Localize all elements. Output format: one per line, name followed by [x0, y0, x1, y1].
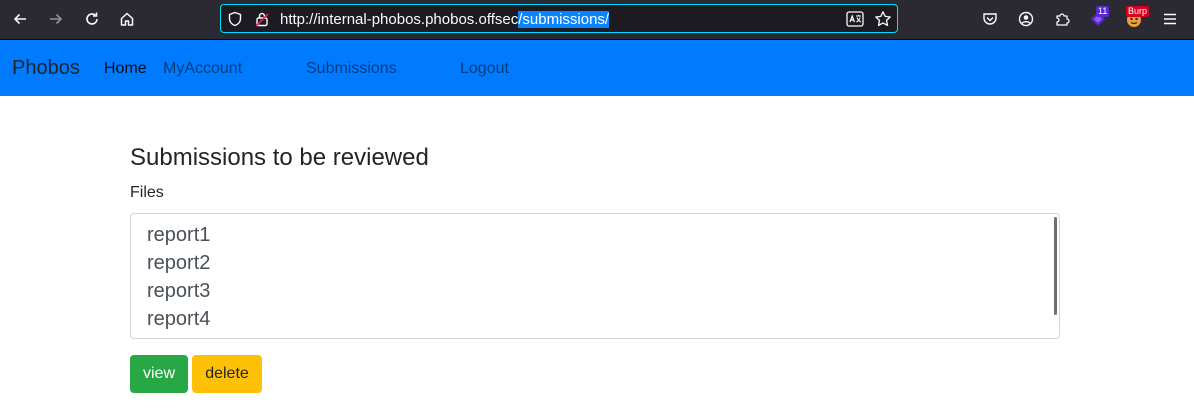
puzzle-icon	[1056, 13, 1070, 26]
pocket-icon	[983, 13, 997, 25]
insecure-lock-icon[interactable]	[254, 11, 270, 27]
file-option-report3[interactable]: report3	[147, 279, 210, 303]
url-base: http://internal-phobos.phobos.offsec	[280, 11, 519, 28]
file-option-report1[interactable]: report1	[147, 223, 210, 247]
arrow-left-icon	[13, 13, 26, 25]
page-title: Submissions to be reviewed	[130, 144, 429, 171]
home-icon	[120, 12, 134, 26]
shield-icon[interactable]	[227, 11, 243, 27]
nav-link-home[interactable]: Home	[104, 59, 147, 78]
file-option-report4[interactable]: report4	[147, 307, 210, 331]
files-scrollbar[interactable]	[1054, 217, 1057, 315]
back-button[interactable]	[7, 6, 33, 32]
nav-link-submissions[interactable]: Submissions	[306, 59, 397, 78]
files-select[interactable]: report1 report2 report3 report4	[130, 213, 1060, 339]
reload-icon	[86, 12, 98, 25]
account-icon	[1018, 11, 1034, 27]
extension-count-badge: 11	[1096, 6, 1110, 17]
hamburger-menu-icon	[1164, 13, 1176, 25]
navbar: Phobos Home MyAccount Submissions Logout	[0, 40, 1194, 96]
bookmark-star-icon[interactable]	[874, 10, 892, 28]
extensions-button[interactable]	[1049, 6, 1075, 32]
brand-link[interactable]: Phobos	[12, 56, 80, 80]
reload-button[interactable]	[79, 6, 105, 32]
address-bar[interactable]: http://internal-phobos.phobos.offsec/sub…	[220, 4, 898, 33]
nav-link-myaccount[interactable]: MyAccount	[163, 59, 242, 78]
nav-link-logout[interactable]: Logout	[460, 59, 509, 78]
browser-toolbar: http://internal-phobos.phobos.offsec/sub…	[0, 0, 1194, 40]
files-label: Files	[130, 184, 164, 201]
delete-button[interactable]: delete	[192, 355, 262, 393]
forward-button[interactable]	[43, 6, 69, 32]
account-button[interactable]	[1013, 6, 1039, 32]
home-button[interactable]	[114, 6, 140, 32]
menu-button[interactable]	[1157, 6, 1183, 32]
url-text[interactable]: http://internal-phobos.phobos.offsec/sub…	[280, 10, 610, 30]
translate-icon[interactable]	[846, 11, 864, 27]
view-button[interactable]: view	[130, 355, 188, 393]
url-selected-path: /submissions/	[518, 11, 610, 28]
burp-badge: Burp	[1126, 6, 1150, 17]
arrow-right-icon	[50, 13, 63, 25]
pocket-button[interactable]	[977, 6, 1003, 32]
file-option-report2[interactable]: report2	[147, 251, 210, 275]
